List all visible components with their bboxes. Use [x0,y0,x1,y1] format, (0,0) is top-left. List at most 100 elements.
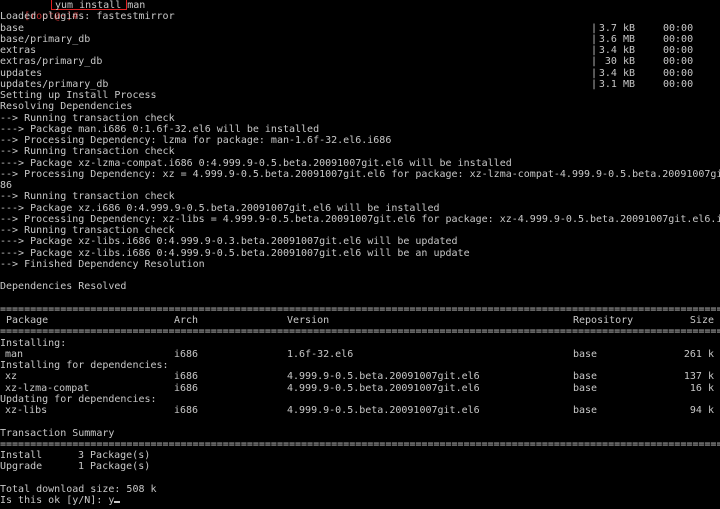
summary-label: Install [0,450,43,461]
table-section-title: Installing: [0,337,67,349]
command-line: [root@~]# yum install man [0,0,720,22]
cell-arch: i686 [174,405,199,416]
repo-divider: | [591,22,598,34]
repo-divider: | [591,67,598,79]
log-line: Resolving Dependencies [0,101,133,113]
header-arch: Arch [174,315,199,326]
separator-double: ========================================… [0,303,720,315]
header-repository: Repository [573,315,634,326]
log-line: 86 [0,180,13,191]
repo-size: 3.7 kB [598,22,635,34]
repo-size: 3.6 MB [598,33,635,45]
cell-package: man [5,348,24,360]
cell-size: 261 k [683,348,714,360]
header-size: Size [689,315,714,326]
repo-name: base [0,22,25,34]
table-row: xz-lzma-compat i686 4.999.9-0.5.beta.20091… [0,383,720,394]
cell-size: 137 k [683,371,714,383]
table-row: xz-libs i686 4.999.9-0.5.beta.20091007git.… [0,405,720,416]
log-line: --> Running transaction check [0,191,175,203]
table-row: xz i686 4.999.9-0.5.beta.20091007git.el6 ba… [0,371,720,382]
cell-size: 94 k [689,405,714,416]
confirm-prompt: Is this ok [y/N]: y [0,495,115,506]
repo-size: 3.4 kB [598,45,635,56]
header-package: Package [6,315,49,326]
cell-version: 1.6f-32.el6 [287,348,354,360]
cell-version: 4.999.9-0.5.beta.20091007git.el6 [287,405,480,416]
repo-line: updates/primary_db | 3.1 MB 00:00 [0,79,720,90]
cell-arch: i686 [174,382,199,394]
log-line: --> Processing Dependency: lzma for pack… [0,135,392,146]
table-section-title: Installing for dependencies: [0,360,169,371]
repo-time: 00:00 [663,56,694,68]
repo-divider: | [591,45,598,56]
repo-list: base | 3.7 kB 00:00 base/primary_db | 3.6 MB 00… [0,23,720,91]
repo-line: extras/primary_db | 30 kB 00:00 [0,56,720,67]
text-cursor [114,501,121,503]
log-line: --> Running transaction check [0,146,175,158]
confirm-prompt-line[interactable]: Is this ok [y/N]: y [0,495,720,506]
summary-value: 1 Package(s) [78,461,151,473]
repo-name: updates/primary_db [0,78,109,90]
cell-repository: base [573,405,598,416]
repo-size: 30 kB [604,56,635,68]
cell-repository: base [573,382,598,394]
repo-name: extras [0,45,37,56]
log-output: Setting up Install Process Resolving Depe… [0,90,720,270]
log-line: --> Processing Dependency: xz = 4.999.9-… [0,168,720,180]
cell-version: 4.999.9-0.5.beta.20091007git.el6 [287,382,480,394]
repo-size: 3.1 MB [598,78,635,90]
repo-name: updates [0,67,43,79]
log-line: --> Processing Dependency: xz-libs = 4.9… [0,213,720,225]
repo-divider: | [591,33,598,45]
table-header: Package Arch Version Repository Size [0,315,720,326]
transaction-summary-title: Transaction Summary [0,427,115,439]
cell-package: xz-libs [5,405,48,416]
repo-line: base/primary_db | 3.6 MB 00:00 [0,34,720,45]
summary-value: 3 Package(s) [78,450,151,461]
log-line: ---> Package xz-libs.i686 0:4.999.9-0.3.… [0,236,458,248]
separator-double: ========================================… [0,326,720,338]
repo-name: extras/primary_db [0,56,103,68]
cell-package: xz [5,371,18,383]
log-line: ---> Package man.i686 0:1.6f-32.el6 will… [0,123,320,135]
repo-line: updates | 3.4 kB 00:00 [0,68,720,79]
log-line: ---> Package xz-lzma-compat.i686 0:4.999… [0,157,512,169]
deps-resolved-text: Dependencies Resolved [0,281,127,293]
repo-divider: | [591,78,598,90]
cell-version: 4.999.9-0.5.beta.20091007git.el6 [287,371,480,383]
log-line: --> Finished Dependency Resolution [0,258,205,270]
package-table: Installing: man i686 1.6f-32.el6 base 261 k In… [0,338,720,417]
cell-arch: i686 [174,348,199,360]
log-line: --> Running transaction check [0,225,175,236]
repo-time: 00:00 [663,33,694,45]
log-line: --> Running transaction check [0,112,175,124]
cell-arch: i686 [174,371,199,383]
table-row: man i686 1.6f-32.el6 base 261 k [0,349,720,360]
repo-divider: | [591,56,598,68]
repo-time: 00:00 [663,45,694,56]
cell-package: xz-lzma-compat [5,382,90,394]
separator-double: ========================================… [0,438,720,450]
terminal-window[interactable]: [root@~]# yum install man Loaded plugins… [0,0,720,509]
repo-size: 3.4 kB [598,67,635,79]
cell-repository: base [573,371,598,383]
log-line: ---> Package xz.i686 0:4.999.9-0.5.beta.… [0,202,440,214]
summary-row: Upgrade 1 Package(s) [0,461,720,472]
repo-line: extras | 3.4 kB 00:00 [0,45,720,56]
repo-time: 00:00 [663,78,694,90]
log-line: ---> Package xz-libs.i686 0:4.999.9-0.5.… [0,247,470,259]
plugins-line: Loaded plugins: fastestmirror [0,11,175,23]
command-text: yum install man [55,0,146,11]
log-line: Setting up Install Process [0,90,157,101]
repo-name: base/primary_db [0,33,91,45]
summary-label: Upgrade [0,461,43,473]
summary-row: Install 3 Package(s) [0,450,720,461]
cell-repository: base [573,348,598,360]
table-section-title: Updating for dependencies: [0,393,157,405]
repo-line: base | 3.7 kB 00:00 [0,23,720,34]
